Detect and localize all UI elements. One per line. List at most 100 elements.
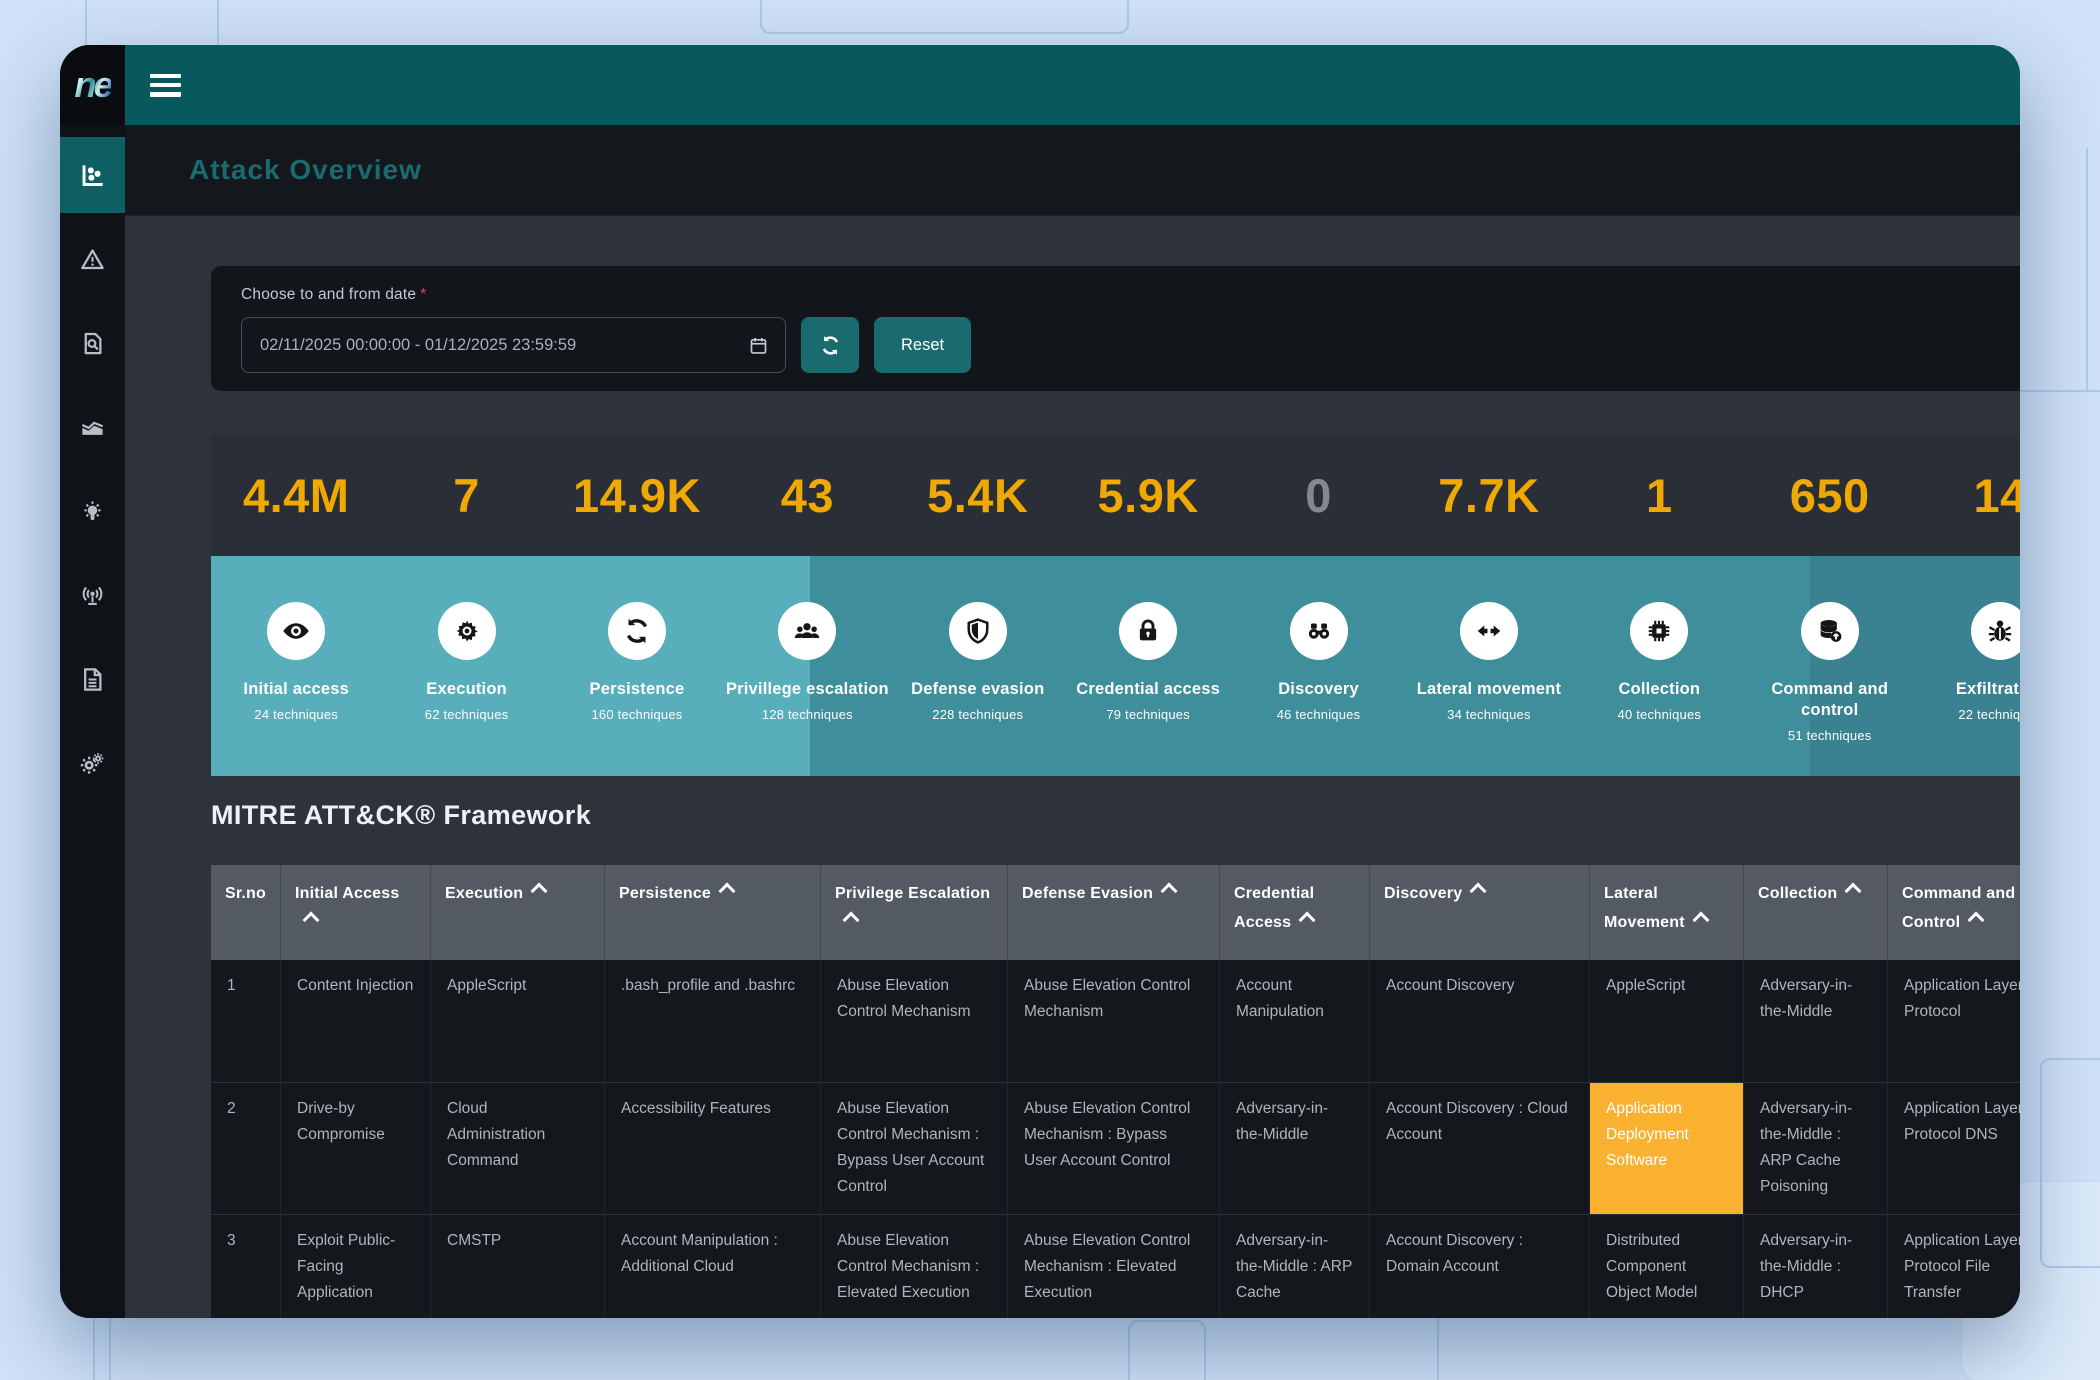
mitre-section: MITRE ATT&CK® Framework Sr.noInitial Acc…	[211, 800, 2020, 1318]
table-cell: Account Discovery	[1370, 960, 1590, 1083]
table-cell: Application Deployment Software	[1590, 1083, 1744, 1215]
sort-caret-up-icon	[1968, 911, 1985, 928]
table-cell: Exploit Public-Facing Application	[281, 1215, 431, 1318]
table-cell: Account Manipulation	[1220, 960, 1370, 1083]
column-header-privilege-escalation[interactable]: Privilege Escalation	[821, 865, 1008, 960]
tactic-technique-count: 62 techniques	[425, 707, 509, 722]
app-logo: ne	[60, 45, 125, 125]
database-upload-icon	[1801, 602, 1859, 660]
sidebar-item-insights[interactable]	[60, 469, 125, 553]
sidebar-item-log-search[interactable]	[60, 301, 125, 385]
gears-icon	[79, 750, 106, 777]
table-cell: Abuse Elevation Control Mechanism	[1008, 960, 1220, 1083]
column-header-initial-access[interactable]: Initial Access	[281, 865, 431, 960]
tactic-lateral-movement[interactable]: Lateral movement 34 techniques	[1404, 556, 1574, 776]
stat-value: 650	[1745, 468, 1915, 523]
tactic-command-and-control[interactable]: Command and control 51 techniques	[1745, 556, 1915, 776]
stats-and-tactics: 4.4M714.9K435.4K5.9K07.7K165014 Initial …	[211, 435, 2020, 776]
tactic-technique-count: 22 techniques	[1958, 707, 2020, 722]
area-chart-icon	[79, 414, 106, 441]
sidebar-item-trends[interactable]	[60, 385, 125, 469]
tactic-label: Privillege escalation	[726, 679, 889, 700]
column-header-sr-no[interactable]: Sr.no	[211, 865, 281, 960]
title-bar: Attack Overview	[125, 125, 2020, 216]
sidebar-item-reports[interactable]	[60, 637, 125, 721]
column-header-label: Discovery	[1384, 885, 1462, 902]
sidebar-item-network-activity[interactable]	[60, 553, 125, 637]
tactic-privillege-escalation[interactable]: Privillege escalation128 techniques	[722, 556, 892, 776]
mitre-heading: MITRE ATT&CK® Framework	[211, 800, 2020, 831]
table-cell: Adversary-in-the-Middle : ARP Cache Pois…	[1744, 1083, 1888, 1215]
column-header-execution[interactable]: Execution	[431, 865, 605, 960]
column-header-defense-evasion[interactable]: Defense Evasion	[1008, 865, 1220, 960]
decorative-rectangle	[760, 0, 1129, 34]
column-header-credential-access[interactable]: Credential Access	[1220, 865, 1370, 960]
sort-caret-up-icon	[843, 911, 860, 928]
column-header-label: Execution	[445, 885, 523, 902]
column-header-label: Collection	[1758, 885, 1837, 902]
eye-icon	[267, 602, 325, 660]
tactic-collection[interactable]: Collection40 techniques	[1574, 556, 1744, 776]
table-row-number: 3	[211, 1215, 281, 1318]
app-window: ne Attack Overview Choose to and from da…	[60, 45, 2020, 1318]
tactic-label: Lateral movement	[1417, 679, 1561, 700]
tactic-technique-count: 51 techniques	[1788, 728, 1872, 743]
date-range-input[interactable]: 02/11/2025 00:00:00 - 01/12/2025 23:59:5…	[241, 317, 786, 373]
date-filter-label: Choose to and from date*	[211, 266, 2020, 304]
shield-icon	[949, 602, 1007, 660]
sidebar-item-alerts[interactable]	[60, 217, 125, 301]
table-cell: Account Discovery : Domain Account	[1370, 1215, 1590, 1318]
sidebar-item-settings[interactable]	[60, 721, 125, 805]
table-cell: Account Discovery : Cloud Account	[1370, 1083, 1590, 1215]
sort-caret-up-icon	[303, 911, 320, 928]
mitre-table: Sr.noInitial Access Execution Persistence P…	[211, 865, 2020, 1318]
tactic-exfiltration[interactable]: Exfiltration22 techniques	[1915, 556, 2020, 776]
column-header-persistence[interactable]: Persistence	[605, 865, 821, 960]
page-title: Attack Overview	[189, 154, 422, 186]
tactic-defense-evasion[interactable]: Defense evasion228 techniques	[893, 556, 1063, 776]
date-range-value: 02/11/2025 00:00:00 - 01/12/2025 23:59:5…	[260, 336, 576, 355]
tactic-discovery[interactable]: Discovery46 techniques	[1233, 556, 1403, 776]
sidebar-item-attack-overview[interactable]	[60, 137, 125, 213]
tactic-initial-access[interactable]: Initial access24 techniques	[211, 556, 381, 776]
tactic-technique-count: 34 techniques	[1447, 707, 1531, 722]
reset-button[interactable]: Reset	[874, 317, 971, 373]
broadcast-icon	[79, 582, 106, 609]
table-cell: Account Manipulation : Additional Cloud	[605, 1215, 821, 1318]
lightbulb-icon	[79, 498, 106, 525]
tactic-persistence[interactable]: Persistence160 techniques	[552, 556, 722, 776]
table-cell: Application Layer Protocol DNS	[1888, 1083, 2020, 1215]
sort-caret-up-icon	[531, 883, 548, 900]
column-header-discovery[interactable]: Discovery	[1370, 865, 1590, 960]
tactic-label: Command and control	[1745, 679, 1915, 721]
column-header-lateral-movement[interactable]: Lateral Movement	[1590, 865, 1744, 960]
top-bar	[125, 45, 2020, 125]
table-cell: Abuse Elevation Control Mechanism : Elev…	[821, 1215, 1008, 1318]
column-header-label: Persistence	[619, 885, 711, 902]
table-cell: Drive-by Compromise	[281, 1083, 431, 1215]
bug-icon	[1971, 602, 2020, 660]
column-header-collection[interactable]: Collection	[1744, 865, 1888, 960]
app-logo-text: ne	[74, 64, 110, 106]
calendar-icon[interactable]	[748, 335, 769, 356]
tactic-execution[interactable]: Execution62 techniques	[381, 556, 551, 776]
decorative-line	[2086, 148, 2088, 390]
table-cell: Adversary-in-the-Middle : ARP Cache	[1220, 1215, 1370, 1318]
bar-chart-icon	[79, 162, 106, 189]
sort-caret-up-icon	[1299, 911, 1316, 928]
refresh-button[interactable]	[801, 317, 859, 373]
menu-button[interactable]	[150, 74, 181, 97]
refresh-icon	[819, 334, 842, 357]
table-row-number: 1	[211, 960, 281, 1083]
column-header-command-and-control[interactable]: Command and Control	[1888, 865, 2020, 960]
column-header-label: Command and Control	[1902, 885, 2015, 931]
stat-value: 14.9K	[552, 468, 722, 523]
tactic-credential-access[interactable]: Credential access79 techniques	[1063, 556, 1233, 776]
table-cell: Content Injection	[281, 960, 431, 1083]
table-cell: AppleScript	[431, 960, 605, 1083]
warning-triangle-icon	[79, 246, 106, 273]
tactic-technique-count: 40 techniques	[1618, 707, 1702, 722]
table-cell: AppleScript	[1590, 960, 1744, 1083]
tactic-technique-count: 24 techniques	[254, 707, 338, 722]
tactic-technique-count: 79 techniques	[1106, 707, 1190, 722]
